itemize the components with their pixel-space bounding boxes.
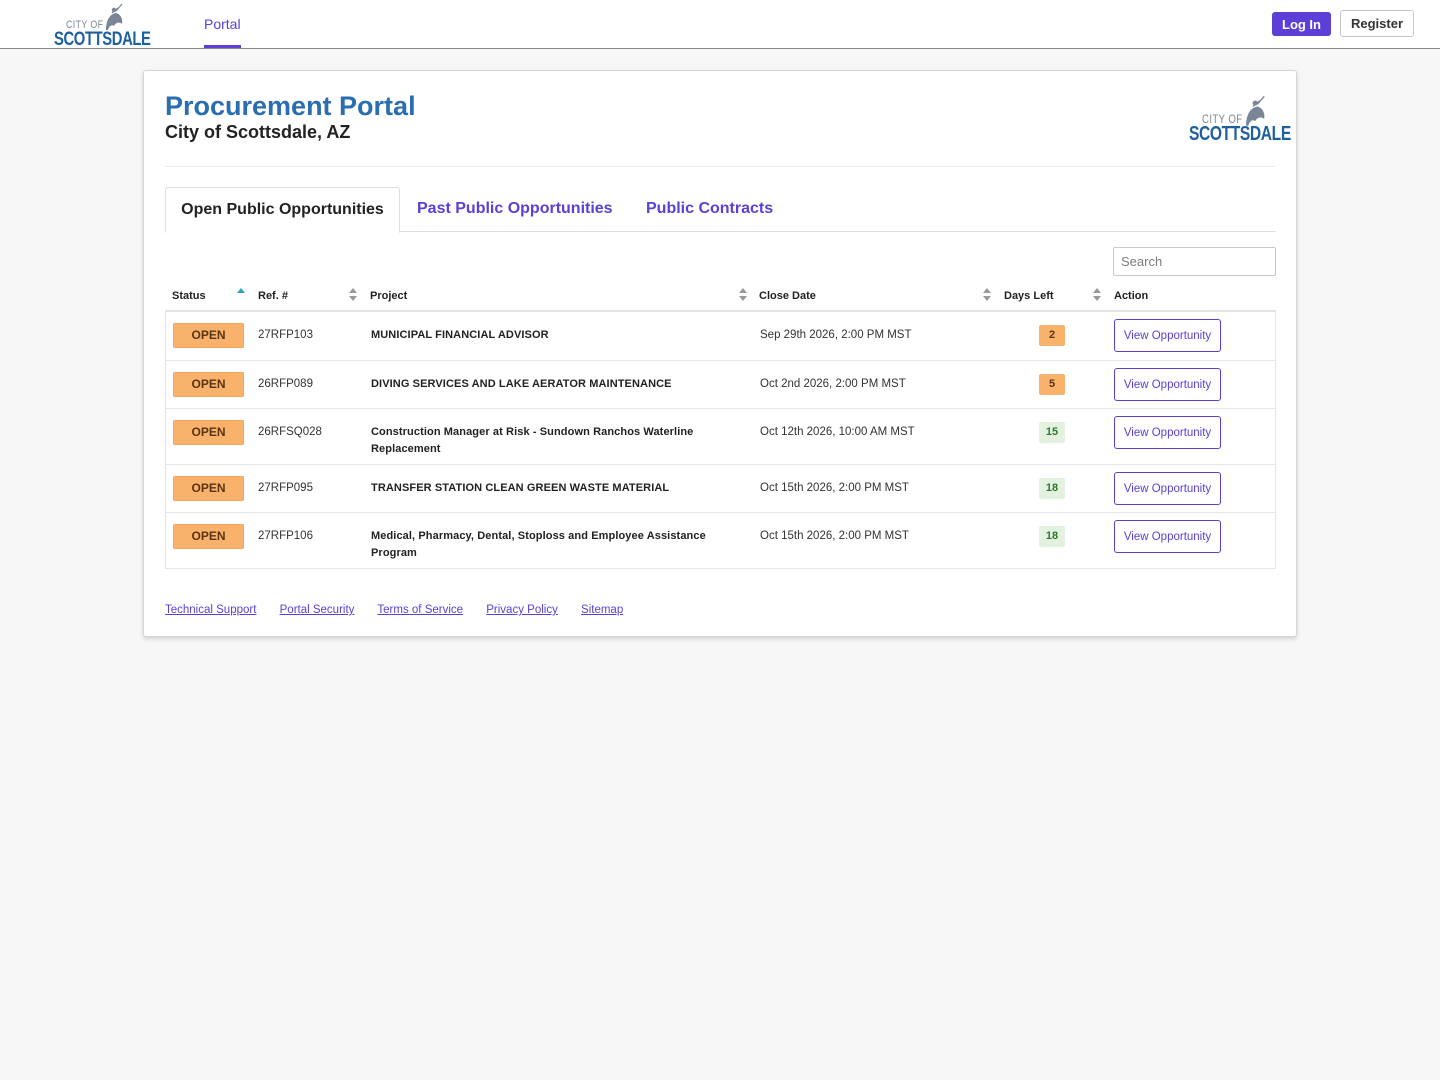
footer-link-terms-of-service[interactable]: Terms of Service bbox=[377, 604, 463, 616]
footer-link-technical-support[interactable]: Technical Support bbox=[165, 604, 256, 616]
days-left-badge: 2 bbox=[1039, 325, 1065, 346]
project-name: TRANSFER STATION CLEAN GREEN WASTE MATER… bbox=[371, 482, 670, 494]
table-row: OPEN 27RFP106 Medical, Pharmacy, Dental,… bbox=[166, 512, 1275, 568]
table-row: OPEN 26RFSQ028 Construction Manager at R… bbox=[166, 408, 1275, 464]
login-button[interactable]: Log In bbox=[1272, 12, 1331, 36]
view-opportunity-button[interactable]: View Opportunity bbox=[1114, 520, 1221, 553]
logo-name-text: SCOTTSDALE bbox=[54, 29, 151, 50]
status-badge: OPEN bbox=[173, 476, 244, 501]
column-header-ref[interactable]: Ref. # bbox=[258, 290, 288, 302]
close-date: Oct 15th 2026, 2:00 PM MST bbox=[760, 530, 909, 542]
table-row: OPEN 27RFP095 TRANSFER STATION CLEAN GRE… bbox=[166, 464, 1275, 512]
view-opportunity-button[interactable]: View Opportunity bbox=[1114, 319, 1221, 352]
column-header-days-left[interactable]: Days Left bbox=[1004, 290, 1054, 302]
logo-name-text: SCOTTSDALE bbox=[1189, 123, 1291, 145]
days-left-badge: 18 bbox=[1039, 478, 1065, 499]
sort-icon[interactable] bbox=[1093, 288, 1101, 302]
close-date: Oct 12th 2026, 10:00 AM MST bbox=[760, 426, 915, 438]
page-title: Procurement Portal bbox=[165, 91, 416, 121]
ref-number: 26RFSQ028 bbox=[258, 426, 322, 438]
table-body: OPEN 27RFP103 MUNICIPAL FINANCIAL ADVISO… bbox=[165, 312, 1276, 569]
register-button[interactable]: Register bbox=[1340, 10, 1414, 37]
close-date: Oct 15th 2026, 2:00 PM MST bbox=[760, 482, 909, 494]
tab-open-public-opportunities[interactable]: Open Public Opportunities bbox=[165, 187, 400, 233]
column-header-action: Action bbox=[1114, 290, 1149, 302]
ref-number: 27RFP106 bbox=[258, 530, 313, 542]
view-opportunity-button[interactable]: View Opportunity bbox=[1114, 416, 1221, 449]
top-navbar: CITY OF SCOTTSDALE Portal Log In Registe… bbox=[0, 0, 1440, 50]
ref-number: 27RFP095 bbox=[258, 482, 313, 494]
status-badge: OPEN bbox=[173, 323, 244, 348]
footer-link-privacy-policy[interactable]: Privacy Policy bbox=[486, 604, 558, 616]
table-row: OPEN 26RFP089 DIVING SERVICES AND LAKE A… bbox=[166, 360, 1275, 408]
view-opportunity-button[interactable]: View Opportunity bbox=[1114, 368, 1221, 401]
page-subtitle: City of Scottsdale, AZ bbox=[165, 122, 351, 142]
project-name: MUNICIPAL FINANCIAL ADVISOR bbox=[371, 329, 549, 341]
sort-icon[interactable] bbox=[983, 288, 991, 302]
header-divider bbox=[165, 166, 1275, 167]
tab-public-contracts[interactable]: Public Contracts bbox=[646, 187, 773, 233]
table-row: OPEN 27RFP103 MUNICIPAL FINANCIAL ADVISO… bbox=[166, 312, 1275, 360]
close-date: Sep 29th 2026, 2:00 PM MST bbox=[760, 329, 912, 341]
project-name: Construction Manager at Risk - Sundown R… bbox=[371, 426, 694, 455]
footer-link-portal-security[interactable]: Portal Security bbox=[280, 604, 355, 616]
opportunities-table: Status Ref. # Project Close Date Days Le… bbox=[165, 282, 1276, 569]
close-date: Oct 2nd 2026, 2:00 PM MST bbox=[760, 378, 906, 390]
portal-card: Procurement Portal City of Scottsdale, A… bbox=[143, 70, 1297, 637]
status-badge: OPEN bbox=[173, 524, 244, 549]
sort-icon[interactable] bbox=[739, 288, 747, 302]
sort-ascending-icon[interactable] bbox=[237, 288, 245, 302]
footer-link-sitemap[interactable]: Sitemap bbox=[581, 604, 623, 616]
opportunity-tabs: Open Public Opportunities Past Public Op… bbox=[165, 187, 1276, 233]
days-left-badge: 18 bbox=[1039, 526, 1065, 547]
tab-past-public-opportunities[interactable]: Past Public Opportunities bbox=[417, 187, 613, 233]
column-header-status[interactable]: Status bbox=[172, 290, 206, 302]
nav-tab-portal[interactable]: Portal bbox=[204, 0, 241, 48]
search-input[interactable] bbox=[1113, 247, 1276, 276]
footer-links: Technical Support Portal Security Terms … bbox=[165, 604, 643, 616]
project-name: DIVING SERVICES AND LAKE AERATOR MAINTEN… bbox=[371, 378, 672, 390]
days-left-badge: 15 bbox=[1039, 422, 1065, 443]
days-left-badge: 5 bbox=[1039, 374, 1065, 395]
column-header-close-date[interactable]: Close Date bbox=[759, 290, 816, 302]
status-badge: OPEN bbox=[173, 372, 244, 397]
status-badge: OPEN bbox=[173, 420, 244, 445]
column-header-project[interactable]: Project bbox=[370, 290, 407, 302]
ref-number: 26RFP089 bbox=[258, 378, 313, 390]
city-logo[interactable]: CITY OF SCOTTSDALE bbox=[54, 2, 151, 50]
card-city-logo: CITY OF SCOTTSDALE bbox=[1189, 93, 1291, 145]
project-name: Medical, Pharmacy, Dental, Stoploss and … bbox=[371, 530, 706, 559]
ref-number: 27RFP103 bbox=[258, 329, 313, 341]
sort-icon[interactable] bbox=[349, 288, 357, 302]
table-header: Status Ref. # Project Close Date Days Le… bbox=[165, 282, 1276, 312]
view-opportunity-button[interactable]: View Opportunity bbox=[1114, 472, 1221, 505]
